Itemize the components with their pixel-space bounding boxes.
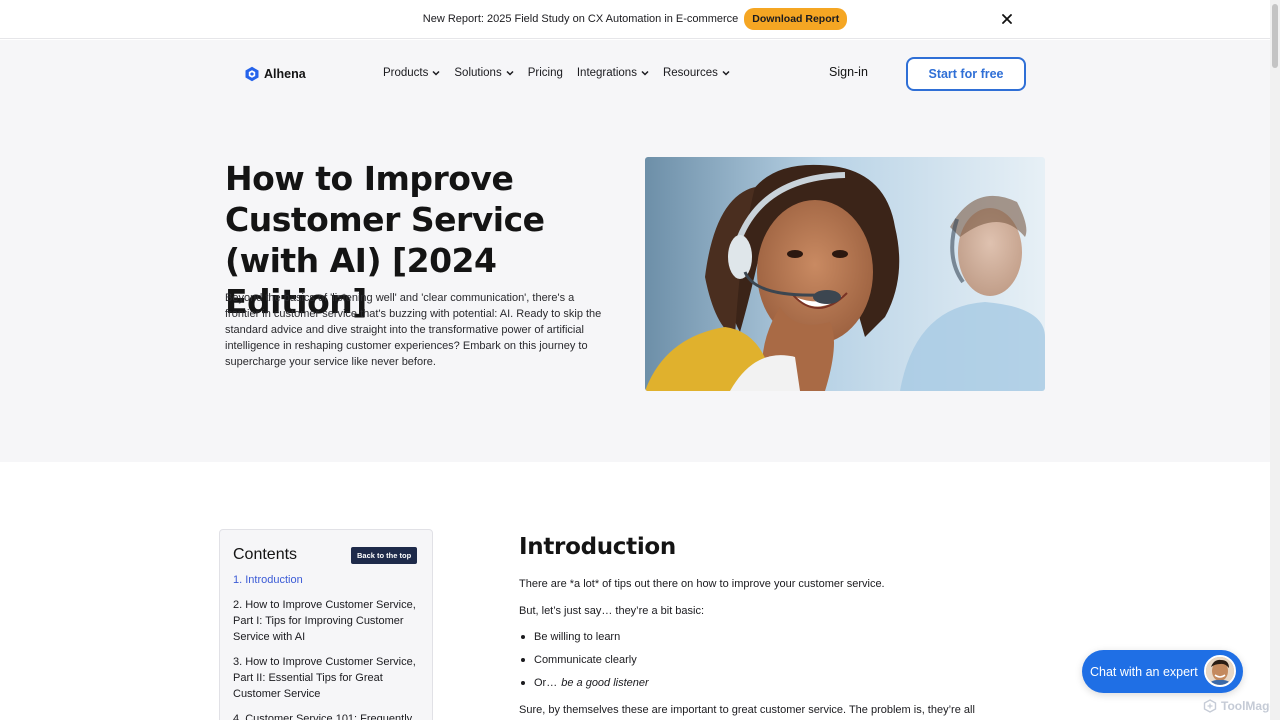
logo-text: Alhena: [264, 67, 306, 81]
article-paragraph: There are *a lot* of tips out there on h…: [519, 578, 885, 590]
list-item-emphasis: be a good listener: [561, 677, 649, 689]
toc-item-faq[interactable]: 4. Customer Service 101: Frequently: [233, 711, 425, 720]
close-icon[interactable]: [998, 10, 1016, 28]
hero-image: [645, 157, 1045, 391]
watermark: ToolMage: [1203, 699, 1276, 713]
back-to-top-button[interactable]: Back to the top: [351, 547, 418, 564]
nav-item-label: Solutions: [454, 67, 502, 79]
chevron-down-icon: [641, 70, 649, 76]
article-body: Introduction There are *a lot* of tips o…: [519, 532, 999, 716]
toc-item-part-2[interactable]: 3. How to Improve Customer Service, Part…: [233, 654, 425, 702]
nav-item-integrations[interactable]: Integrations: [577, 67, 649, 79]
announcement-message: New Report: 2025 Field Study on CX Autom…: [422, 13, 739, 25]
chat-with-expert-button[interactable]: Chat with an expert: [1082, 650, 1243, 693]
nav-item-label: Integrations: [576, 67, 637, 79]
page-scrollbar[interactable]: [1270, 0, 1280, 720]
list-item-text: Be willing to learn: [534, 631, 621, 643]
hero-description: Beyond the basics of 'listening well' an…: [225, 292, 602, 368]
list-item: Be willing to learn: [519, 629, 649, 645]
nav-item-pricing[interactable]: Pricing: [528, 67, 563, 79]
nav-item-label: Resources: [662, 67, 718, 79]
list-item: Or… be a good listener: [519, 675, 649, 691]
toc-list: 1. Introduction 2. How to Improve Custom…: [233, 572, 425, 720]
chevron-down-icon: [506, 70, 514, 76]
section-heading: Introduction: [519, 534, 676, 560]
list-item-text: Communicate clearly: [534, 654, 637, 666]
download-report-button[interactable]: Download Report: [744, 8, 848, 30]
watermark-text: ToolMage: [1221, 699, 1277, 713]
toc-item-part-1[interactable]: 2. How to Improve Customer Service, Part…: [233, 597, 425, 645]
chevron-down-icon: [722, 70, 730, 76]
signin-link[interactable]: Sign-in: [829, 65, 868, 79]
nav-item-label: Pricing: [527, 67, 563, 79]
list-item-prefix: Or…: [534, 677, 558, 689]
chevron-down-icon: [432, 70, 440, 76]
scrollbar-thumb[interactable]: [1272, 4, 1278, 68]
nav-item-solutions[interactable]: Solutions: [454, 67, 514, 79]
toc-item-introduction[interactable]: 1. Introduction: [233, 572, 425, 588]
nav-item-resources[interactable]: Resources: [663, 67, 730, 79]
announcement-bar: New Report: 2025 Field Study on CX Autom…: [0, 0, 1270, 39]
article-paragraph: Sure, by themselves these are important …: [519, 704, 975, 716]
toc-title: Contents: [233, 546, 298, 563]
nav-links: Products Solutions Pricing Integrations …: [383, 67, 744, 79]
nav-item-products[interactable]: Products: [383, 67, 440, 79]
bullet-list: Be willing to learn Communicate clearly …: [519, 629, 649, 698]
nav-item-label: Products: [383, 67, 429, 79]
chat-label: Chat with an expert: [1090, 664, 1198, 679]
logo-icon: [245, 66, 259, 82]
list-item: Communicate clearly: [519, 652, 649, 668]
watermark-icon: [1203, 699, 1217, 713]
logo[interactable]: Alhena: [244, 66, 306, 82]
avatar: [1204, 655, 1236, 687]
main-nav: Alhena Products Solutions Pricing Integr…: [0, 40, 1270, 108]
start-for-free-button[interactable]: Start for free: [906, 57, 1026, 91]
table-of-contents: Contents Back to the top 1. Introduction…: [219, 529, 433, 720]
article-paragraph: But, let’s just say… they’re a bit basic…: [519, 605, 705, 617]
